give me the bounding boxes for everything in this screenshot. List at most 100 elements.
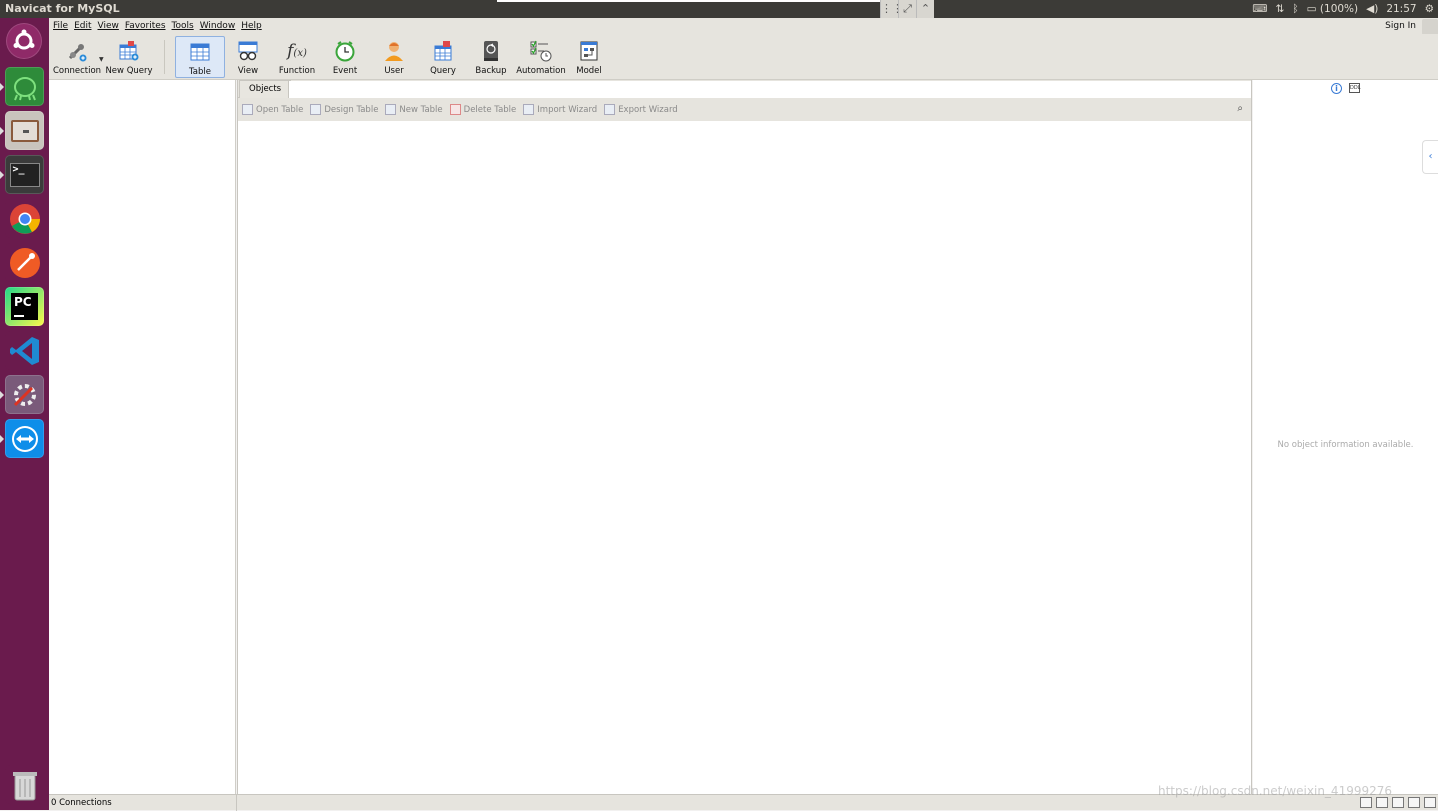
connection-icon [66,40,88,62]
menu-bar: File Edit View Favorites Tools Window He… [49,18,1438,35]
automation-button[interactable]: Automation [515,36,567,78]
design-table-icon [310,104,322,115]
event-clock-icon [334,40,356,62]
ubuntu-dash-icon[interactable] [6,23,42,59]
window-title: Navicat for MySQL [5,2,120,15]
object-toolbar: Open Table Design Table New Table Delete… [238,98,1251,121]
new-query-label: New Query [105,66,153,76]
info-pane-tabs: i DDL [1331,83,1361,94]
table-button[interactable]: Table [175,36,225,78]
system-tray: ⌨ ⇅ ᛒ ▭ (100%) ◀) 21:57 ⚙ [1252,0,1438,18]
bluetooth-icon[interactable]: ᛒ [1292,3,1298,15]
window-strip [497,0,881,2]
menu-help[interactable]: Help [241,21,262,31]
trash-icon[interactable] [5,765,44,804]
detail-view-icon[interactable] [1392,797,1404,808]
system-tools-icon[interactable] [0,375,44,414]
navicat-window: File Edit View Favorites Tools Window He… [49,18,1438,811]
event-label: Event [332,66,358,76]
launcher: >_ PC [0,18,49,810]
menu-edit[interactable]: Edit [74,21,91,31]
view-button[interactable]: View [225,36,271,78]
search-icon[interactable]: ⌕ [1237,103,1243,114]
connection-dropdown-icon[interactable]: ▼ [99,56,104,63]
automation-icon [530,40,552,62]
view-mode-switcher [1360,797,1436,808]
model-icon [578,40,600,62]
watermark: https://blog.csdn.net/weixin_41999276 [1158,784,1393,798]
list-view-icon[interactable] [1376,797,1388,808]
battery-indicator[interactable]: ▭ (100%) [1307,3,1358,15]
menu-favorites[interactable]: Favorites [125,21,166,31]
pycharm-icon[interactable]: PC [5,287,44,326]
table-icon [189,41,211,63]
clock[interactable]: 21:57 [1386,3,1416,15]
model-label: Model [576,66,602,76]
backup-icon [480,40,502,62]
tab-strip [288,81,1251,98]
top-panel: Navicat for MySQL ⋮⋮ ⤢ ⌃ ⌨ ⇅ ᛒ ▭ (100%) … [0,0,1438,18]
grid-icon[interactable]: ⋮⋮ [880,0,903,18]
connection-label: Connection [52,66,102,76]
volume-icon[interactable]: ◀) [1366,3,1378,15]
keyboard-icon[interactable]: ⌨ [1252,3,1267,15]
tab-bar: Objects [238,80,1251,98]
collapse-panel-icon[interactable]: ‹ [1422,140,1438,174]
avatar[interactable] [1422,19,1438,35]
open-table-button[interactable]: Open Table [242,104,303,115]
gear-icon[interactable]: ⚙ [1425,3,1434,15]
user-button[interactable]: User [370,36,418,78]
query-button[interactable]: Query [419,36,467,78]
menu-window[interactable]: Window [200,21,236,31]
left-panel-toggle-icon[interactable] [1408,797,1420,808]
delete-table-button[interactable]: Delete Table [449,104,516,115]
backup-label: Backup [475,66,507,76]
battery-label: (100%) [1319,3,1359,15]
right-panel-toggle-icon[interactable] [1424,797,1436,808]
objects-pane: Objects Open Table Design Table New Tabl… [237,80,1252,794]
menu-view[interactable]: View [98,21,119,31]
import-wizard-button[interactable]: Import Wizard [523,104,597,115]
vscode-icon[interactable] [5,331,44,370]
function-label: Function [278,66,316,76]
function-button[interactable]: f(x) Function [273,36,321,78]
import-wizard-icon [523,104,535,115]
tab-objects[interactable]: Objects [239,80,292,98]
ddl-icon[interactable]: DDL [1349,83,1361,93]
backup-button[interactable]: Backup [467,36,515,78]
function-icon: f(x) [287,41,307,61]
file-manager-icon[interactable] [0,111,44,150]
network-icon[interactable]: ⇅ [1276,3,1285,15]
model-button[interactable]: Model [565,36,613,78]
design-table-button[interactable]: Design Table [310,104,378,115]
no-info-message: No object information available. [1277,440,1414,450]
menu-file[interactable]: File [53,21,68,31]
chevron-up-icon[interactable]: ⌃ [916,0,934,18]
connection-button[interactable]: Connection [53,36,101,78]
export-wizard-button[interactable]: Export Wizard [604,104,678,115]
query-icon [432,40,454,62]
connection-tree-pane[interactable] [49,80,236,794]
open-table-icon [242,104,253,115]
automation-label: Automation [516,66,566,76]
event-button[interactable]: Event [321,36,369,78]
battery-icon: ▭ [1306,3,1317,15]
chrome-icon[interactable] [5,199,44,238]
expand-icon[interactable]: ⤢ [898,0,916,18]
open-table-label: Open Table [256,104,304,115]
menu-tools[interactable]: Tools [172,21,194,31]
terminal-icon[interactable]: >_ [0,155,44,194]
user-icon [383,40,405,62]
main-toolbar: Connection ▼ New Query Table View f(x) F… [49,34,1438,80]
postman-icon[interactable] [5,243,44,282]
new-query-button[interactable]: New Query [105,36,153,78]
info-icon[interactable]: i [1331,83,1342,94]
grid-view-icon[interactable] [1360,797,1372,808]
teamviewer-icon[interactable] [0,419,44,458]
status-divider [236,795,237,811]
import-wizard-label: Import Wizard [537,104,598,115]
delete-table-icon [449,104,461,115]
gitkraken-icon[interactable] [0,67,44,106]
new-table-button[interactable]: New Table [385,104,443,115]
sign-in-button[interactable]: Sign In [1385,21,1416,31]
